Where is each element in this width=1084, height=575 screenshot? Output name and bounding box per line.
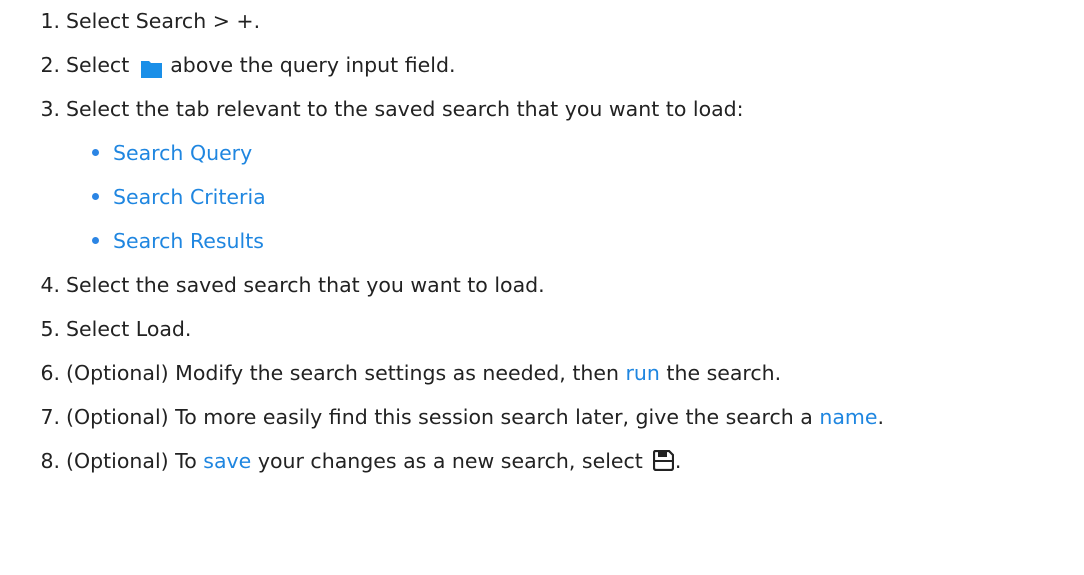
step-number: 1. xyxy=(40,9,60,33)
save-icon xyxy=(652,449,674,471)
bullet-icon xyxy=(92,237,99,244)
bullet-icon xyxy=(92,193,99,200)
step-number: 2. xyxy=(40,53,60,77)
step-text-post: . xyxy=(674,449,682,473)
step-number: 6. xyxy=(40,361,60,385)
step-text-post: . xyxy=(877,405,885,429)
search-results-link[interactable]: Search Results xyxy=(113,226,264,256)
step-text: Select the saved search that you want to… xyxy=(66,273,545,297)
run-link[interactable]: run xyxy=(625,361,659,385)
step-number: 5. xyxy=(40,317,60,341)
search-criteria-link[interactable]: Search Criteria xyxy=(113,182,266,212)
step-text: Select Search > +. xyxy=(66,9,261,33)
save-link[interactable]: save xyxy=(203,449,251,473)
step-number: 4. xyxy=(40,273,60,297)
folder-icon xyxy=(141,56,163,78)
bullet-icon xyxy=(92,149,99,156)
step-text: Select Load. xyxy=(66,317,192,341)
step-text-pre: Select xyxy=(66,53,130,77)
step-text: Select the tab relevant to the saved sea… xyxy=(66,97,744,121)
step-text-post: the search. xyxy=(659,361,782,385)
step-text-pre: (Optional) Modify the search settings as… xyxy=(66,361,626,385)
step-text-mid: your changes as a new search, select xyxy=(251,449,643,473)
name-link[interactable]: name xyxy=(819,405,877,429)
step-number: 7. xyxy=(40,405,60,429)
step-number: 8. xyxy=(40,449,60,473)
step-text-post: above the query input field. xyxy=(170,53,456,77)
step-text-pre: (Optional) To xyxy=(66,449,204,473)
search-query-link[interactable]: Search Query xyxy=(113,138,252,168)
step-text-pre: (Optional) To more easily find this sess… xyxy=(66,405,820,429)
step-number: 3. xyxy=(40,97,60,121)
